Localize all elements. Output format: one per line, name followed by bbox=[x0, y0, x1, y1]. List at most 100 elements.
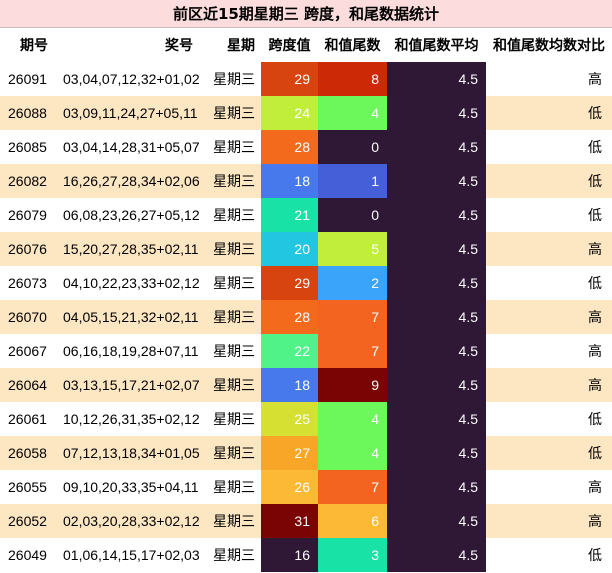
cell-issue: 26088 bbox=[0, 96, 57, 130]
cell-span: 25 bbox=[261, 402, 318, 436]
cell-weekday: 星期三 bbox=[207, 538, 261, 572]
cell-avg: 4.5 bbox=[387, 436, 486, 470]
cell-issue: 26073 bbox=[0, 266, 57, 300]
cell-weekday: 星期三 bbox=[207, 300, 261, 334]
column-header-span: 跨度值 bbox=[261, 28, 318, 62]
cell-weekday: 星期三 bbox=[207, 470, 261, 504]
cell-numbers: 03,04,07,12,32+01,02 bbox=[57, 62, 207, 96]
table-row: 26088 03,09,11,24,27+05,11 星期三 24 4 4.5 低 bbox=[0, 96, 612, 130]
cell-weekday: 星期三 bbox=[207, 96, 261, 130]
cell-span: 18 bbox=[261, 368, 318, 402]
cell-span: 29 bbox=[261, 62, 318, 96]
table-row: 26052 02,03,20,28,33+02,12 星期三 31 6 4.5 高 bbox=[0, 504, 612, 538]
cell-span: 18 bbox=[261, 164, 318, 198]
cell-tail: 2 bbox=[318, 266, 387, 300]
cell-avg: 4.5 bbox=[387, 62, 486, 96]
cell-avg: 4.5 bbox=[387, 198, 486, 232]
cell-numbers: 15,20,27,28,35+02,11 bbox=[57, 232, 207, 266]
cell-issue: 26091 bbox=[0, 62, 57, 96]
cell-tail: 3 bbox=[318, 538, 387, 572]
cell-tail: 8 bbox=[318, 62, 387, 96]
cell-compare: 低 bbox=[486, 198, 612, 232]
cell-compare: 高 bbox=[486, 504, 612, 538]
cell-avg: 4.5 bbox=[387, 368, 486, 402]
cell-issue: 26076 bbox=[0, 232, 57, 266]
cell-compare: 低 bbox=[486, 402, 612, 436]
cell-weekday: 星期三 bbox=[207, 436, 261, 470]
cell-span: 31 bbox=[261, 504, 318, 538]
cell-compare: 高 bbox=[486, 62, 612, 96]
cell-span: 29 bbox=[261, 266, 318, 300]
cell-span: 20 bbox=[261, 232, 318, 266]
cell-compare: 低 bbox=[486, 130, 612, 164]
cell-span: 26 bbox=[261, 470, 318, 504]
cell-avg: 4.5 bbox=[387, 96, 486, 130]
cell-avg: 4.5 bbox=[387, 130, 486, 164]
table-row: 26079 06,08,23,26,27+05,12 星期三 21 0 4.5 低 bbox=[0, 198, 612, 232]
cell-issue: 26052 bbox=[0, 504, 57, 538]
cell-span: 22 bbox=[261, 334, 318, 368]
table-body: 26091 03,04,07,12,32+01,02 星期三 29 8 4.5 高 26088… bbox=[0, 62, 612, 572]
cell-compare: 低 bbox=[486, 164, 612, 198]
cell-avg: 4.5 bbox=[387, 300, 486, 334]
table-row: 26073 04,10,22,23,33+02,12 星期三 29 2 4.5 低 bbox=[0, 266, 612, 300]
cell-compare: 高 bbox=[486, 470, 612, 504]
cell-issue: 26079 bbox=[0, 198, 57, 232]
cell-avg: 4.5 bbox=[387, 334, 486, 368]
table-row: 26067 06,16,18,19,28+07,11 星期三 22 7 4.5 高 bbox=[0, 334, 612, 368]
cell-compare: 高 bbox=[486, 334, 612, 368]
cell-tail: 4 bbox=[318, 402, 387, 436]
cell-issue: 26070 bbox=[0, 300, 57, 334]
cell-issue: 26085 bbox=[0, 130, 57, 164]
page-title: 前区近15期星期三 跨度，和尾数据统计 bbox=[0, 0, 612, 28]
cell-numbers: 07,12,13,18,34+01,05 bbox=[57, 436, 207, 470]
table-row: 26091 03,04,07,12,32+01,02 星期三 29 8 4.5 高 bbox=[0, 62, 612, 96]
cell-numbers: 06,08,23,26,27+05,12 bbox=[57, 198, 207, 232]
header-row: 期号 奖号 星期 跨度值 和值尾数 和值尾数平均 和值尾数均数对比 bbox=[0, 28, 612, 62]
cell-weekday: 星期三 bbox=[207, 198, 261, 232]
cell-numbers: 04,05,15,21,32+02,11 bbox=[57, 300, 207, 334]
table-row: 26061 10,12,26,31,35+02,12 星期三 25 4 4.5 低 bbox=[0, 402, 612, 436]
cell-avg: 4.5 bbox=[387, 538, 486, 572]
column-header-avg: 和值尾数平均 bbox=[387, 28, 486, 62]
cell-span: 21 bbox=[261, 198, 318, 232]
table-row: 26082 16,26,27,28,34+02,06 星期三 18 1 4.5 低 bbox=[0, 164, 612, 198]
cell-numbers: 04,10,22,23,33+02,12 bbox=[57, 266, 207, 300]
cell-avg: 4.5 bbox=[387, 266, 486, 300]
table-row: 26064 03,13,15,17,21+02,07 星期三 18 9 4.5 高 bbox=[0, 368, 612, 402]
cell-compare: 低 bbox=[486, 538, 612, 572]
cell-numbers: 06,16,18,19,28+07,11 bbox=[57, 334, 207, 368]
cell-numbers: 02,03,20,28,33+02,12 bbox=[57, 504, 207, 538]
cell-avg: 4.5 bbox=[387, 504, 486, 538]
cell-tail: 0 bbox=[318, 198, 387, 232]
cell-weekday: 星期三 bbox=[207, 266, 261, 300]
table-row: 26076 15,20,27,28,35+02,11 星期三 20 5 4.5 高 bbox=[0, 232, 612, 266]
table-row: 26055 09,10,20,33,35+04,11 星期三 26 7 4.5 高 bbox=[0, 470, 612, 504]
cell-compare: 高 bbox=[486, 300, 612, 334]
cell-issue: 26055 bbox=[0, 470, 57, 504]
cell-avg: 4.5 bbox=[387, 164, 486, 198]
cell-compare: 高 bbox=[486, 368, 612, 402]
table-row: 26085 03,04,14,28,31+05,07 星期三 28 0 4.5 低 bbox=[0, 130, 612, 164]
cell-weekday: 星期三 bbox=[207, 62, 261, 96]
column-header-issue: 期号 bbox=[0, 28, 57, 62]
cell-span: 28 bbox=[261, 130, 318, 164]
cell-numbers: 09,10,20,33,35+04,11 bbox=[57, 470, 207, 504]
cell-span: 16 bbox=[261, 538, 318, 572]
cell-weekday: 星期三 bbox=[207, 402, 261, 436]
cell-weekday: 星期三 bbox=[207, 334, 261, 368]
table-row: 26058 07,12,13,18,34+01,05 星期三 27 4 4.5 低 bbox=[0, 436, 612, 470]
cell-avg: 4.5 bbox=[387, 232, 486, 266]
cell-tail: 5 bbox=[318, 232, 387, 266]
cell-issue: 26067 bbox=[0, 334, 57, 368]
cell-compare: 高 bbox=[486, 232, 612, 266]
cell-weekday: 星期三 bbox=[207, 504, 261, 538]
cell-tail: 6 bbox=[318, 504, 387, 538]
table-row: 26049 01,06,14,15,17+02,03 星期三 16 3 4.5 低 bbox=[0, 538, 612, 572]
cell-avg: 4.5 bbox=[387, 402, 486, 436]
column-header-numbers: 奖号 bbox=[57, 28, 207, 62]
cell-numbers: 01,06,14,15,17+02,03 bbox=[57, 538, 207, 572]
cell-numbers: 03,09,11,24,27+05,11 bbox=[57, 96, 207, 130]
table-row: 26070 04,05,15,21,32+02,11 星期三 28 7 4.5 高 bbox=[0, 300, 612, 334]
cell-weekday: 星期三 bbox=[207, 368, 261, 402]
